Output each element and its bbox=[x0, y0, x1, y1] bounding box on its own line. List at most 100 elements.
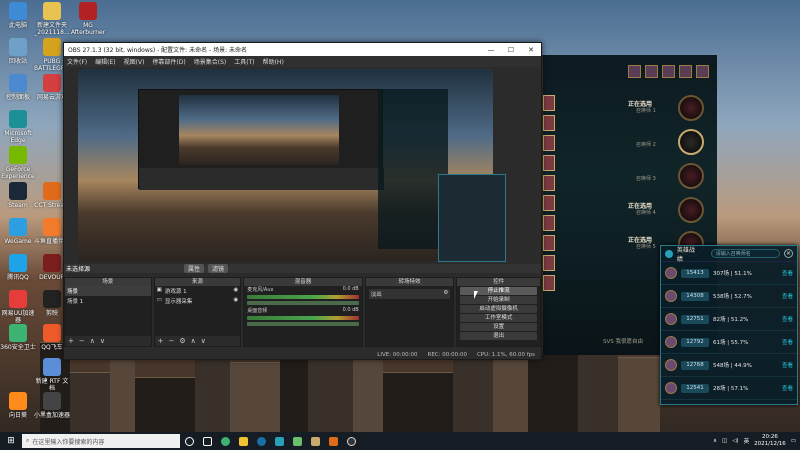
volume-icon[interactable]: ◁) bbox=[732, 438, 738, 444]
champion-portrait[interactable] bbox=[543, 235, 555, 251]
champion-portrait[interactable] bbox=[543, 155, 555, 171]
desktop-icon-steam[interactable]: Steam bbox=[0, 182, 36, 209]
gear-icon[interactable]: ⚙ bbox=[443, 290, 448, 298]
app-icon[interactable] bbox=[306, 434, 324, 448]
desktop-icon-geforce[interactable]: GeForce Experience bbox=[0, 146, 36, 180]
desktop-icon-360[interactable]: 360安全卫士 bbox=[0, 324, 36, 351]
minimize-button[interactable]: — bbox=[481, 46, 501, 54]
close-button[interactable]: ✕ bbox=[521, 46, 541, 54]
obs-titlebar[interactable]: OBS 27.1.3 (32 bit, windows) - 配置文件: 未命名… bbox=[64, 43, 541, 56]
desktop-icon-sunlogin[interactable]: 向日葵 bbox=[0, 392, 36, 419]
add-icon[interactable]: + bbox=[68, 337, 74, 345]
menu-scene-collection[interactable]: 场景集合(S) bbox=[194, 57, 227, 66]
menu-file[interactable]: 文件(F) bbox=[67, 57, 87, 66]
summoner-search-input[interactable]: 请输入召唤师名 bbox=[710, 249, 781, 258]
volume-slider[interactable] bbox=[247, 322, 359, 326]
champion-portrait[interactable] bbox=[543, 195, 555, 211]
pick-slot: 召唤师 2 bbox=[628, 129, 718, 159]
exit-button[interactable]: 退出 bbox=[460, 332, 537, 340]
source-item[interactable]: ▣ 游戏源 1 ◉ bbox=[155, 286, 241, 296]
desktop-icon-afterburner[interactable]: MG Afterburner bbox=[70, 2, 106, 36]
notification-icon[interactable]: ▭ bbox=[791, 438, 796, 444]
menu-docks[interactable]: 停靠部件(D) bbox=[152, 57, 185, 66]
add-icon[interactable]: + bbox=[158, 337, 164, 345]
close-icon[interactable]: × bbox=[784, 249, 794, 258]
desktop-icon-uu[interactable]: 网易UU加速器 bbox=[0, 290, 36, 324]
avatar[interactable] bbox=[645, 65, 658, 78]
language-indicator[interactable]: 英 bbox=[744, 437, 750, 445]
transition-select[interactable]: 淡出 ⚙ bbox=[368, 289, 451, 299]
desktop-icon-edge[interactable]: Microsoft Edge bbox=[0, 110, 36, 144]
desktop-icon-wegame[interactable]: WeGame bbox=[0, 218, 36, 245]
desktop-icon-qq[interactable]: 腾讯QQ bbox=[0, 254, 36, 281]
filters-button[interactable]: 滤镜 bbox=[208, 264, 229, 273]
eye-icon[interactable]: ◉ bbox=[233, 287, 238, 295]
dock-header: 来源 bbox=[154, 278, 241, 286]
gear-icon[interactable]: ⚙ bbox=[179, 337, 185, 345]
view-link[interactable]: 查看 bbox=[782, 292, 793, 300]
obs-menubar: 文件(F) 编辑(E) 视图(V) 停靠部件(D) 场景集合(S) 工具(T) … bbox=[64, 56, 541, 67]
properties-button[interactable]: 属性 bbox=[184, 264, 205, 273]
obs-icon[interactable] bbox=[342, 434, 360, 448]
browser-icon[interactable] bbox=[216, 434, 234, 448]
champion-portrait[interactable] bbox=[543, 215, 555, 231]
desktop-icon-this-pc[interactable]: 此电脑 bbox=[0, 2, 36, 29]
desktop-icon-xiaoheihe[interactable]: 小黑盒加速器 bbox=[34, 392, 70, 419]
desktop-icon-folder[interactable]: 新建文件夹_2021118... bbox=[34, 2, 70, 36]
champion-portrait[interactable] bbox=[543, 255, 555, 271]
champion-portrait[interactable] bbox=[543, 135, 555, 151]
maximize-button[interactable]: ☐ bbox=[501, 46, 521, 54]
app-icon[interactable] bbox=[288, 434, 306, 448]
stop-streaming-button[interactable]: 停止推流 bbox=[460, 287, 537, 295]
avatar[interactable] bbox=[662, 65, 675, 78]
champion-portrait[interactable] bbox=[543, 95, 555, 111]
taskbar-search[interactable]: ⌕ 在这里输入你要搜索的内容 bbox=[22, 434, 180, 448]
desktop-icon-recycle-bin[interactable]: 回收站 bbox=[0, 38, 36, 65]
remove-icon[interactable]: − bbox=[169, 337, 175, 345]
up-icon[interactable]: ∧ bbox=[191, 337, 196, 345]
eye-icon[interactable]: ◉ bbox=[233, 297, 238, 305]
avatar[interactable] bbox=[679, 65, 692, 78]
app-icon[interactable] bbox=[270, 434, 288, 448]
game-capture-icon: ▣ bbox=[156, 287, 162, 293]
settings-button[interactable]: 设置 bbox=[460, 323, 537, 331]
task-switch-icon[interactable] bbox=[198, 434, 216, 448]
menu-view[interactable]: 视图(V) bbox=[124, 57, 145, 66]
avatar[interactable] bbox=[628, 65, 641, 78]
app-icon[interactable] bbox=[324, 434, 342, 448]
start-recording-button[interactable]: 开始录制 bbox=[460, 296, 537, 304]
view-link[interactable]: 查看 bbox=[782, 338, 793, 346]
desktop-icon-control-panel[interactable]: 控制面板 bbox=[0, 74, 36, 101]
view-link[interactable]: 查看 bbox=[782, 315, 793, 323]
champion-portrait[interactable] bbox=[543, 115, 555, 131]
network-icon[interactable]: ◫ bbox=[722, 438, 727, 444]
obs-preview[interactable] bbox=[78, 69, 506, 262]
down-icon[interactable]: ∨ bbox=[201, 337, 206, 345]
avatar[interactable] bbox=[696, 65, 709, 78]
menu-tools[interactable]: 工具(T) bbox=[234, 57, 254, 66]
steam-icon[interactable] bbox=[252, 434, 270, 448]
clock[interactable]: 20:26 2021/12/16 bbox=[754, 434, 786, 448]
source-item[interactable]: ▭ 显示器采集 ◉ bbox=[155, 296, 241, 306]
virtual-camera-button[interactable]: 启动虚拟摄像机 bbox=[460, 305, 537, 313]
down-icon[interactable]: ∨ bbox=[100, 337, 105, 345]
view-link[interactable]: 查看 bbox=[782, 384, 793, 392]
scene-item[interactable]: 场景 1 bbox=[65, 296, 151, 306]
netease-icon bbox=[43, 74, 61, 92]
remove-icon[interactable]: − bbox=[79, 337, 85, 345]
desktop-icon-rtf[interactable]: 新建 RTF 文档 bbox=[34, 358, 70, 392]
tray-chevron-icon[interactable]: ∧ bbox=[713, 438, 717, 444]
volume-slider[interactable] bbox=[247, 301, 359, 305]
view-link[interactable]: 查看 bbox=[782, 361, 793, 369]
champion-portrait[interactable] bbox=[543, 275, 555, 291]
menu-help[interactable]: 帮助(H) bbox=[263, 57, 284, 66]
view-link[interactable]: 查看 bbox=[782, 269, 793, 277]
app-icon[interactable] bbox=[234, 434, 252, 448]
up-icon[interactable]: ∧ bbox=[90, 337, 95, 345]
studio-mode-button[interactable]: 工作室模式 bbox=[460, 314, 537, 322]
champion-portrait[interactable] bbox=[543, 175, 555, 191]
task-view-icon[interactable] bbox=[180, 434, 198, 448]
scene-item[interactable]: 场景 bbox=[65, 286, 151, 296]
menu-edit[interactable]: 编辑(E) bbox=[95, 57, 115, 66]
start-button[interactable]: ⊞ bbox=[0, 436, 22, 446]
